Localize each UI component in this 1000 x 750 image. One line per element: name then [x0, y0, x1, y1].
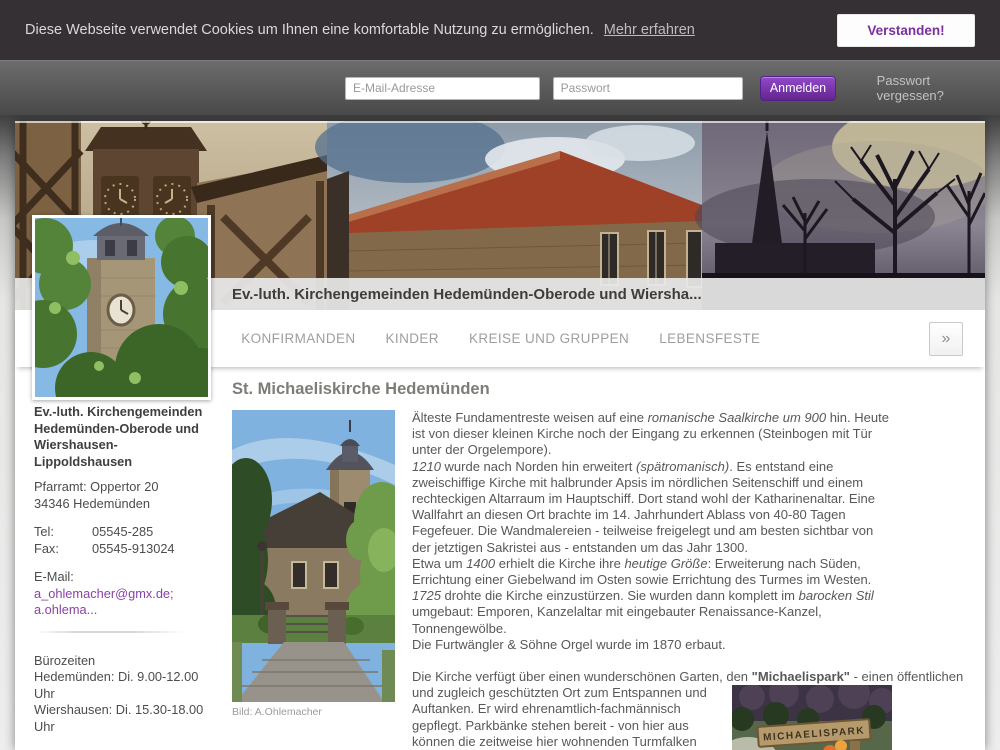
office-hours-line: Wiershausen: Di. 15.30-18.00 Uhr	[34, 702, 210, 735]
cookie-accept-button[interactable]: Verstanden!	[837, 14, 975, 47]
cookie-banner: Diese Webseite verwendet Cookies um Ihne…	[0, 0, 1000, 60]
park-photo-figure: MICHAELISPARK	[732, 685, 892, 750]
text-segment: 1725	[412, 588, 441, 603]
sidebar-office-hours: Bürozeiten Hedemünden: Di. 9.00-12.00 Uh…	[34, 653, 210, 736]
main-article: St. Michaeliskirche Hedemünden	[222, 367, 985, 750]
page-background: Diese Webseite verwendet Cookies um Ihne…	[0, 0, 1000, 750]
office-hours-line: Hedemünden: Di. 9.00-12.00 Uhr	[34, 669, 210, 702]
address-line: 34346 Hedemünden	[34, 496, 210, 513]
sidebar-divider	[34, 631, 210, 633]
sidebar-address: Pfarramt: Oppertor 20 34346 Hedemünden	[34, 479, 210, 512]
forgot-password-link[interactable]: Passwort vergessen?	[877, 73, 1000, 103]
cookie-learn-more-link[interactable]: Mehr erfahren	[604, 22, 695, 38]
sidebar: Ev.-luth. Kirchengemeinden Hedemünden-Ob…	[15, 367, 222, 750]
church-photo-figure: Bild: A.Ohlemacher	[232, 410, 395, 750]
office-hours-title: Bürozeiten	[34, 653, 210, 670]
text-segment: Die Furtwängler & Söhne Orgel wurde im 1…	[412, 637, 726, 652]
text-segment: wurde nach Norden hin erweitert	[441, 459, 636, 474]
tab-konfirmanden[interactable]: KONFIRMANDEN	[226, 310, 370, 367]
page-title: St. Michaeliskirche Hedemünden	[232, 380, 985, 399]
tab-lebensfeste[interactable]: LEBENSFESTE	[644, 310, 775, 367]
paragraph-park: Die Kirche verfügt über einen wunderschö…	[412, 669, 892, 750]
sidebar-email: E-Mail: a_ohlemacher@gmx.de; a.ohlema...	[34, 569, 210, 619]
text-segment: heutige Größe	[624, 556, 707, 571]
text-segment: 1400	[466, 556, 495, 571]
text-segment: barocken Stil	[799, 588, 874, 603]
text-segment: Älteste Fundamentreste weisen auf eine	[412, 410, 648, 425]
sidebar-tower-photo	[35, 218, 208, 397]
paragraph-history: Älteste Fundamentreste weisen auf eine r…	[412, 410, 892, 653]
text-segment: "Michaelispark"	[752, 669, 850, 684]
text-segment: drohte die Kirche einzustürzen. Sie wurd…	[441, 588, 799, 603]
article-text: Älteste Fundamentreste weisen auf eine r…	[412, 410, 892, 750]
church-photo	[232, 410, 395, 702]
sidebar-org-name: Ev.-luth. Kirchengemeinden Hedemünden-Ob…	[34, 404, 210, 470]
fax-value: 05545-913024	[92, 541, 175, 558]
sidebar-photo-card	[32, 215, 211, 400]
nav-next-button[interactable]: »	[929, 322, 963, 356]
text-segment: romanische Saalkirche um 900	[648, 410, 826, 425]
text-segment: (spätromanisch)	[636, 459, 729, 474]
park-text: und zugleich geschützten Ort zum Entspan…	[412, 685, 720, 750]
church-photo-caption: Bild: A.Ohlemacher	[232, 706, 395, 718]
content-area: Ev.-luth. Kirchengemeinden Hedemünden-Ob…	[15, 367, 985, 750]
email-label: E-Mail:	[34, 569, 210, 586]
text-segment: erhielt die Kirche ihre	[495, 556, 624, 571]
text-segment: Etwa um	[412, 556, 466, 571]
fax-label: Fax:	[34, 541, 92, 558]
tel-value: 05545-285	[92, 524, 153, 541]
cookie-message: Diese Webseite verwendet Cookies um Ihne…	[25, 22, 594, 38]
login-bar: Anmelden Passwort vergessen?	[0, 60, 1000, 115]
text-segment: umgebaut: Emporen, Kanzelaltar mit einge…	[412, 604, 822, 635]
site-title: Ev.-luth. Kirchengemeinden Hedemünden-Ob…	[232, 286, 702, 303]
tab-kinder[interactable]: KINDER	[371, 310, 454, 367]
email-field[interactable]	[345, 77, 540, 100]
text-segment: 1210	[412, 459, 441, 474]
password-field[interactable]	[553, 77, 744, 100]
sidebar-phone: Tel: 05545-285 Fax: 05545-913024	[34, 524, 210, 557]
text-segment: Die Kirche verfügt über einen wunderschö…	[412, 669, 752, 684]
address-line: Pfarramt: Oppertor 20	[34, 479, 210, 496]
login-button[interactable]: Anmelden	[760, 76, 835, 101]
tel-label: Tel:	[34, 524, 92, 541]
park-intro-line: Die Kirche verfügt über einen wunderschö…	[412, 669, 892, 685]
text-segment: - einen öffentlichen	[850, 669, 963, 684]
site-wrapper: Ev.-luth. Kirchengemeinden Hedemünden-Ob…	[15, 121, 985, 750]
park-photo: MICHAELISPARK	[732, 685, 892, 750]
tab-kreise-und-gruppen[interactable]: KREISE UND GRUPPEN	[454, 310, 644, 367]
email-link[interactable]: a_ohlemacher@gmx.de; a.ohlema...	[34, 586, 210, 619]
